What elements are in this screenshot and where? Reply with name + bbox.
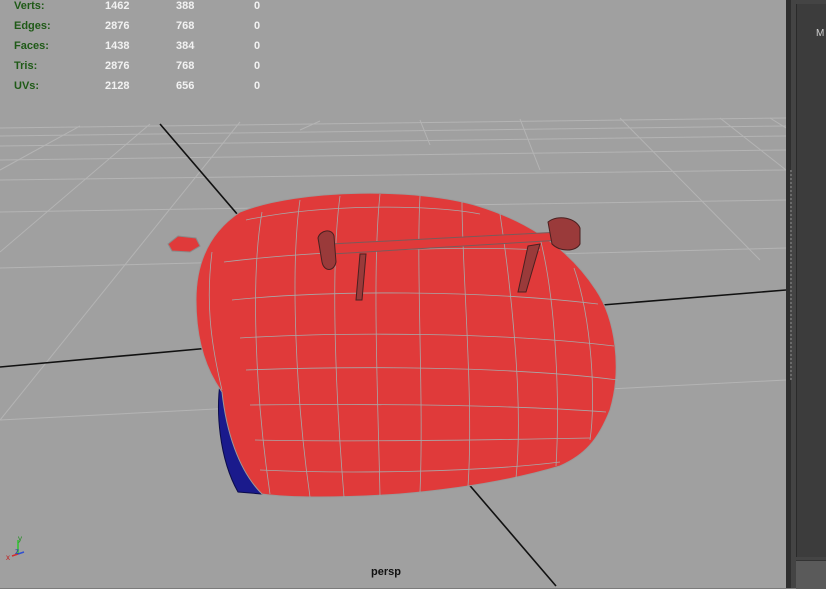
hud-label: Edges: [14, 20, 51, 32]
hud-value: 0 [254, 0, 261, 12]
car-model[interactable] [167, 192, 619, 498]
attribute-panel [796, 4, 826, 557]
axis-x-label: x [6, 553, 10, 562]
resize-handle[interactable] [790, 170, 792, 380]
side-panel [786, 0, 826, 589]
hud-label: Tris: [14, 60, 38, 72]
spoiler-endplate-right [547, 217, 581, 251]
hud-value: 0 [254, 20, 261, 32]
hud-value: 2128 [105, 80, 130, 92]
hud-value: 768 [176, 20, 195, 32]
hud-value: 388 [176, 0, 195, 12]
side-mirror [167, 235, 201, 253]
axis-gizmo-icon: y x z [6, 534, 25, 562]
hud-label: Faces: [14, 40, 49, 52]
hud-value: 0 [254, 80, 261, 92]
hud-value: 768 [176, 60, 195, 72]
axis-y-label: y [18, 534, 22, 543]
hud-label: UVs: [14, 80, 40, 92]
hud-value: 0 [254, 40, 261, 52]
hud-value: 1438 [105, 40, 130, 52]
hud-value: 384 [176, 40, 195, 52]
hud-value: 2876 [105, 20, 130, 32]
axis-z-label: z [15, 547, 19, 556]
hud-value: 0 [254, 60, 261, 72]
hud-value: 656 [176, 80, 195, 92]
viewport-panel[interactable]: Verts: 1462 388 0 Edges: 2876 768 0 Face… [0, 0, 786, 588]
panel-footer [796, 560, 826, 589]
hud-label: Verts: [14, 0, 45, 12]
panel-tab-label[interactable]: M [816, 28, 824, 39]
hud-value: 2876 [105, 60, 130, 72]
panel-divider[interactable] [786, 0, 792, 588]
camera-name-label: persp [371, 566, 401, 578]
hud-value: 1462 [105, 0, 130, 12]
